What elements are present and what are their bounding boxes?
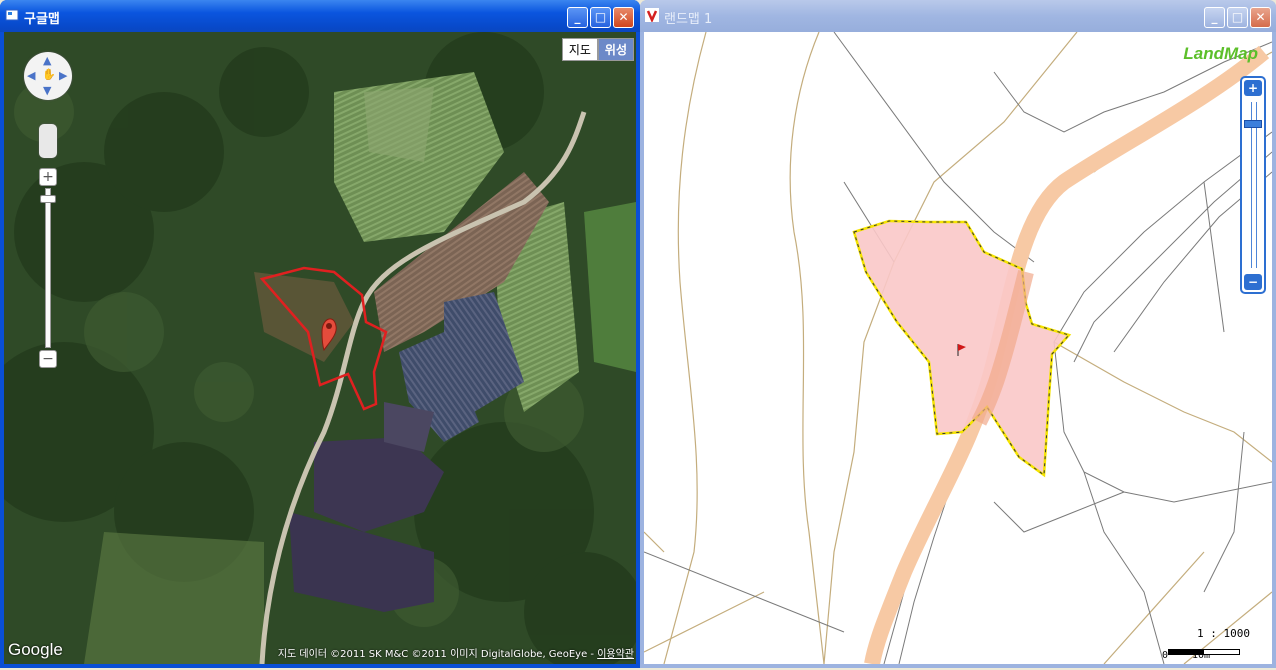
pan-control[interactable]: ▲ ◀ ▶ ▼ ✋ xyxy=(24,52,72,100)
zoom-slider-thumb[interactable] xyxy=(1244,120,1262,128)
minimize-button[interactable]: _ xyxy=(1204,7,1225,28)
map-type-satellite-button[interactable]: 위성 xyxy=(597,38,634,61)
satellite-imagery xyxy=(4,32,636,664)
google-map-titlebar[interactable]: 구글맵 _ □ ✕ xyxy=(0,0,640,32)
app-icon xyxy=(5,9,19,21)
attribution-text: 지도 데이터 ©2011 SK M&C ©2011 이미지 DigitalGlo… xyxy=(277,649,598,660)
close-button[interactable]: ✕ xyxy=(1250,7,1271,28)
terms-link[interactable]: 이용약관 xyxy=(597,649,634,660)
map-type-map-button[interactable]: 지도 xyxy=(561,38,598,61)
pan-left-icon[interactable]: ◀ xyxy=(27,69,35,82)
close-button[interactable]: ✕ xyxy=(613,7,634,28)
maximize-button[interactable]: □ xyxy=(1227,7,1248,28)
minimize-button[interactable]: _ xyxy=(567,7,588,28)
pan-right-icon[interactable]: ▶ xyxy=(59,69,67,82)
zoom-in-button[interactable]: + xyxy=(1244,80,1262,96)
landmap-window: 랜드맵 1 _ □ ✕ LandMap + − 1: 1000 0 10m xyxy=(640,0,1276,668)
cadastral-map[interactable]: LandMap + − 1 : 1000 0 10m xyxy=(644,32,1272,664)
hand-icon: ✋ xyxy=(42,68,56,81)
zoom-out-button[interactable]: − xyxy=(39,350,57,368)
street-view-pegman-icon[interactable] xyxy=(39,124,57,158)
zoom-out-button[interactable]: − xyxy=(1244,274,1262,290)
landmap-logo: LandMap xyxy=(1183,44,1258,63)
maximize-button[interactable]: □ xyxy=(590,7,611,28)
zoom-in-button[interactable]: + xyxy=(39,168,57,186)
map-attribution: 지도 데이터 ©2011 SK M&C ©2011 이미지 DigitalGlo… xyxy=(278,645,634,660)
zoom-slider-track[interactable] xyxy=(45,188,51,348)
scale-ratio: 1 : 1000 xyxy=(1197,627,1250,640)
landmap-app-icon xyxy=(645,8,659,22)
window-title: 구글맵 xyxy=(24,12,60,27)
landmap-zoom-control: + − xyxy=(1240,76,1266,294)
google-map-window: 구글맵 _ □ ✕ 지도 위성 ▲ ◀ ▶ ▼ ✋ + − Google 지도 … xyxy=(0,0,640,668)
zoom-slider-thumb[interactable] xyxy=(40,195,56,203)
landmap-titlebar[interactable]: 랜드맵 1 _ □ ✕ xyxy=(640,0,1276,32)
pan-down-icon[interactable]: ▼ xyxy=(43,84,51,97)
map-type-control: 지도 위성 xyxy=(561,38,634,61)
google-logo: Google xyxy=(8,640,63,659)
satellite-map[interactable]: 지도 위성 ▲ ◀ ▶ ▼ ✋ + − Google 지도 데이터 ©2011 … xyxy=(4,32,636,664)
scale-bar xyxy=(1168,649,1240,655)
window-title: 랜드맵 1 xyxy=(664,12,713,27)
cadastral-map-drawing xyxy=(644,32,1272,664)
pan-up-icon[interactable]: ▲ xyxy=(43,54,51,67)
